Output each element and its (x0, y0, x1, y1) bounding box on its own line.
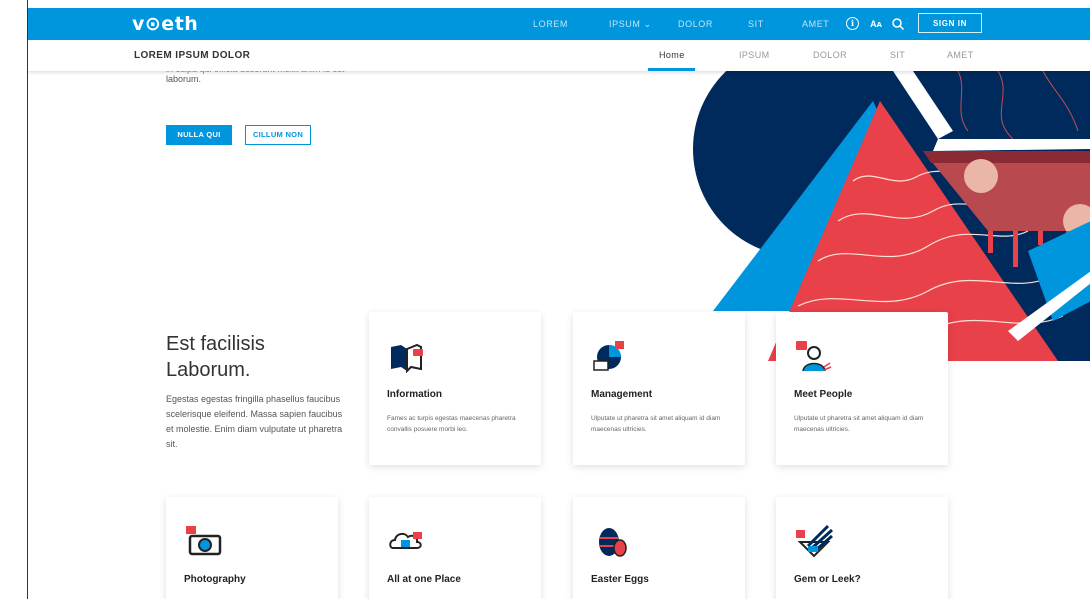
nav-item-lorem[interactable]: LOREM (533, 8, 568, 40)
card-title: Photography (184, 574, 246, 585)
section-description: Egestas egestas fringilla phasellus fauc… (166, 394, 343, 449)
card-information[interactable]: Information Fames ac turpis egestas maec… (369, 312, 541, 465)
sign-in-button[interactable]: SIGN IN (918, 13, 982, 33)
gem-leek-icon (796, 524, 834, 558)
cloud-icon (389, 532, 422, 549)
search-icon[interactable] (891, 17, 905, 31)
nav-item-sit[interactable]: SIT (748, 8, 764, 40)
info-icon[interactable]: i (846, 17, 859, 30)
card-all-at-one-place[interactable]: All at one Place (369, 497, 541, 599)
nav-item-ipsum[interactable]: IPSUM ⌄ (609, 8, 652, 40)
nav-item-dolor[interactable]: DOLOR (678, 8, 713, 40)
card-title: All at one Place (387, 574, 461, 585)
card-description: Fames ac turpis egestas maecenas pharetr… (387, 415, 516, 433)
card-easter-eggs[interactable]: Easter Eggs (573, 497, 745, 599)
sub-navbar: LOREM IPSUM DOLOR Home IPSUM DOLOR SIT A… (28, 40, 1090, 71)
card-title: Management (591, 389, 653, 400)
nulla-qui-button[interactable]: NULLA QUI (166, 125, 232, 145)
card-title: Meet People (794, 389, 853, 400)
card-description: Ulputate ut pharetra sit amet aliquam id… (591, 415, 721, 433)
tab-amet[interactable]: AMET (947, 50, 974, 60)
logo[interactable]: v⊙eth (132, 13, 198, 35)
active-tab-indicator (648, 68, 695, 71)
tab-home[interactable]: Home (659, 50, 685, 60)
section-name: LOREM IPSUM DOLOR (134, 50, 251, 61)
card-management[interactable]: Management Ulputate ut pharetra sit amet… (573, 312, 745, 465)
cillum-non-button[interactable]: CILLUM NON (245, 125, 311, 145)
page-frame: v⊙eth LOREM IPSUM ⌄ DOLOR SIT AMET i Aᴀ … (27, 0, 1090, 599)
tab-sit[interactable]: SIT (890, 50, 905, 60)
tab-ipsum[interactable]: IPSUM (739, 50, 770, 60)
section-title: Est facilisis Laborum. (166, 333, 265, 381)
card-title: Easter Eggs (591, 574, 649, 585)
top-navbar: v⊙eth LOREM IPSUM ⌄ DOLOR SIT AMET i Aᴀ … (28, 8, 1090, 40)
people-chat-icon (796, 341, 832, 372)
tab-dolor[interactable]: DOLOR (813, 50, 847, 60)
card-meet-people[interactable]: Meet People Ulputate ut pharetra sit ame… (776, 312, 948, 465)
text-size-icon[interactable]: Aᴀ (869, 17, 883, 31)
card-title: Gem or Leek? (794, 574, 861, 585)
camera-icon (186, 526, 222, 556)
card-photography[interactable]: Photography (166, 497, 338, 599)
nav-item-amet[interactable]: AMET (802, 8, 829, 40)
hero-text: in culpa qui officia deserunt mollit ani… (166, 64, 386, 87)
pie-chart-icon (593, 341, 624, 371)
card-description: Ulputate ut pharetra sit amet aliquam id… (794, 415, 924, 433)
card-title: Information (387, 389, 442, 400)
book-icon (391, 343, 423, 373)
egg-icon (599, 528, 627, 557)
card-gem-or-leek[interactable]: Gem or Leek? (776, 497, 948, 599)
